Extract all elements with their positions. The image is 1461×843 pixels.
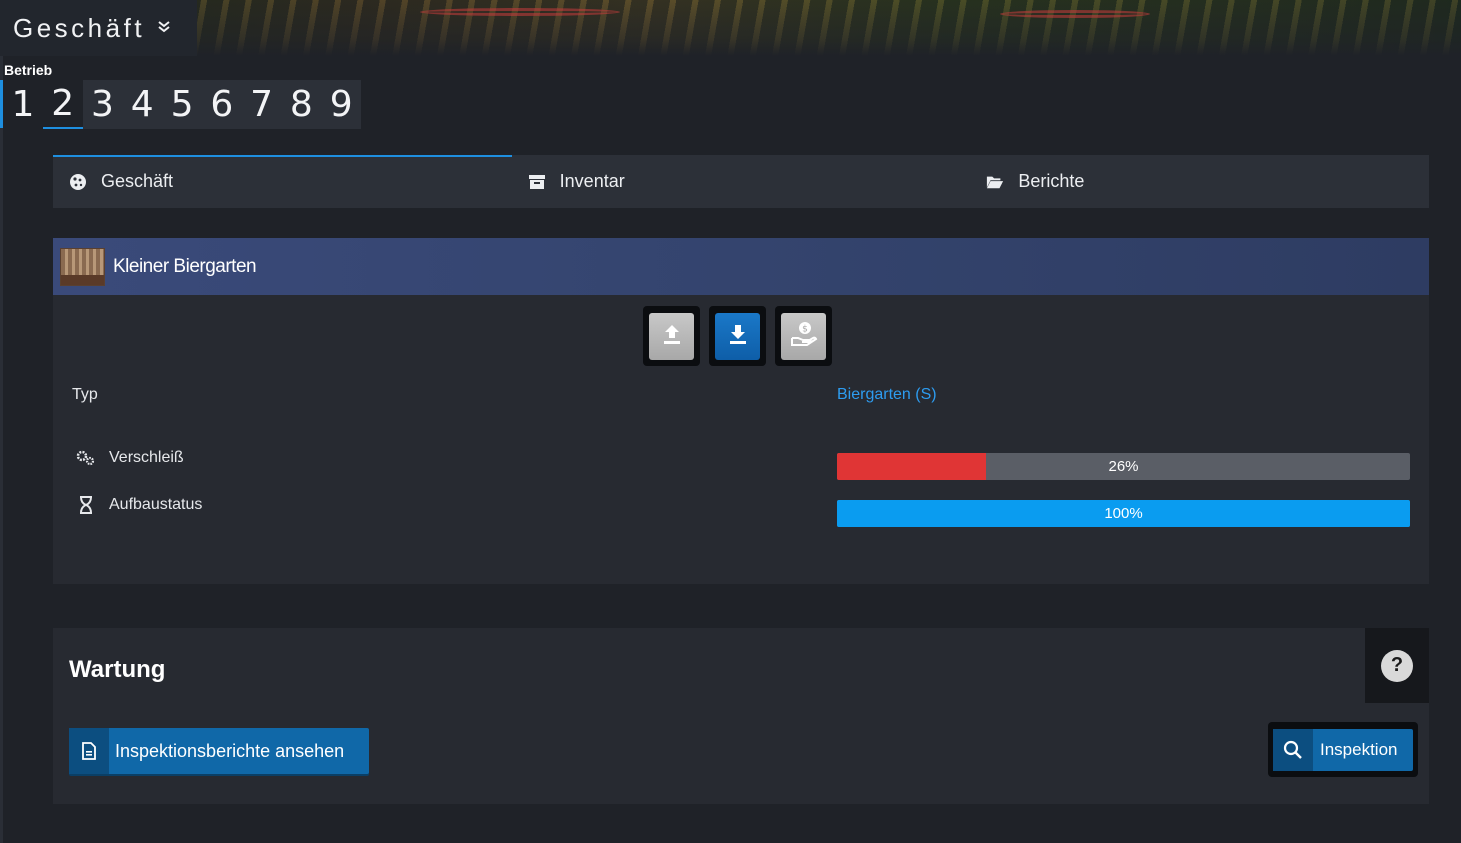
folder-open-icon (986, 173, 1004, 191)
shop-name: Kleiner Biergarten (113, 255, 257, 277)
view-inspection-reports-button[interactable]: Inspektionsberichte ansehen (69, 728, 369, 774)
chevron-down-icon (157, 19, 171, 38)
build-progress-bar: 100% (837, 500, 1410, 527)
sell-button[interactable]: $ (775, 306, 832, 366)
shop-card-header: Kleiner Biergarten (53, 238, 1429, 295)
inspection-label: Inspektion (1320, 739, 1398, 759)
section-menu-title: Geschäft (13, 12, 146, 43)
type-label: Typ (72, 386, 98, 403)
search-icon (1273, 728, 1313, 771)
number-tab-5[interactable]: 5 (162, 80, 202, 129)
number-tab-4[interactable]: 4 (122, 80, 162, 129)
tab-berichte-label: Berichte (1018, 171, 1085, 191)
inspection-button[interactable]: Inspektion (1268, 722, 1418, 777)
hourglass-icon (75, 496, 97, 514)
number-tab-2[interactable]: 2 (42, 80, 83, 129)
tab-geschaeft[interactable]: Geschäft (53, 155, 512, 208)
maintenance-title: Wartung (69, 656, 166, 683)
question-icon: ? (1381, 649, 1413, 682)
tab-inventar[interactable]: Inventar (512, 155, 971, 208)
number-tab-1[interactable]: 1 (3, 80, 43, 129)
number-tab-7[interactable]: 7 (242, 80, 282, 129)
hand-coin-icon: $ (790, 321, 818, 352)
wear-progress-text: 26% (1108, 458, 1139, 475)
wear-row-label: Verschleiß (75, 449, 184, 467)
archive-box-icon (528, 173, 546, 191)
upload-icon (660, 322, 684, 351)
section-menu[interactable]: Geschäft (0, 0, 197, 56)
document-icon (69, 728, 109, 774)
tab-geschaeft-label: Geschäft (101, 171, 174, 191)
business-number-tabs: 1 2 3 4 5 6 7 8 9 (3, 80, 361, 129)
shop-card: Kleiner Biergarten $ Typ Biergarten (S) … (53, 238, 1429, 584)
tab-inventar-label: Inventar (559, 171, 625, 191)
maintenance-card: Wartung ? Inspektionsberichte ansehen In… (53, 628, 1429, 804)
tab-berichte[interactable]: Berichte (970, 155, 1429, 208)
type-value-link[interactable]: Biergarten (S) (837, 386, 937, 404)
shop-actions: $ (643, 306, 832, 366)
betrieb-label: Betrieb (4, 62, 53, 78)
wear-label: Verschleiß (109, 449, 184, 466)
view-inspection-reports-label: Inspektionsberichte ansehen (115, 740, 345, 761)
gears-icon (75, 450, 97, 466)
number-tab-6[interactable]: 6 (202, 80, 242, 129)
cookie-icon (69, 173, 87, 191)
help-button[interactable]: ? (1365, 628, 1429, 703)
svg-text:$: $ (802, 324, 808, 334)
build-label: Aufbaustatus (109, 496, 203, 513)
build-progress-text: 100% (1104, 505, 1143, 522)
number-tab-3[interactable]: 3 (83, 80, 123, 129)
build-row-label: Aufbaustatus (75, 496, 202, 514)
download-icon (726, 322, 750, 351)
upgrade-button[interactable] (643, 306, 700, 366)
number-tab-8[interactable]: 8 (281, 80, 321, 129)
left-edge (0, 56, 3, 843)
wear-progress-bar: 26% (837, 453, 1410, 480)
header-banner-image (0, 0, 1461, 56)
number-tab-9[interactable]: 9 (321, 80, 361, 129)
downgrade-button[interactable] (709, 306, 766, 366)
shop-thumbnail (60, 247, 105, 286)
main-tabs: Geschäft Inventar Berichte (53, 155, 1429, 208)
